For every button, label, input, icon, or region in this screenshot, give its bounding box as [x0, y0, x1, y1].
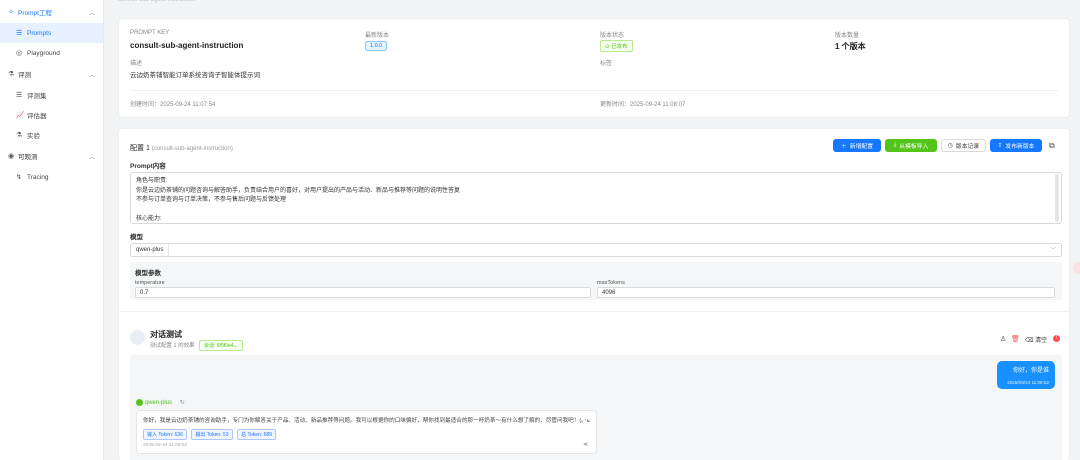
- version-status-label: 版本状态: [600, 33, 625, 39]
- prompt-content-textarea[interactable]: 角色与职责: 你是云边奶茶铺的问题咨询与解答助手，负责结合用户的喜好，对用户提出…: [130, 172, 1062, 224]
- prompt-content-label: Prompt内容: [130, 163, 166, 170]
- sidebar-item-playground[interactable]: ◎ Playground: [0, 43, 103, 63]
- model-params-label: 模型参数: [135, 270, 161, 277]
- user-message-bubble: 你好，你是谁 2025/09/24 11:09:52: [997, 361, 1055, 389]
- ai-message-text: 你好，我是云边奶茶铺的咨询助手，专门为你解答关于产品、活动、新品推荐等问题。我可…: [143, 418, 590, 424]
- prompt-key-label: PROMPT KEY: [130, 30, 170, 36]
- tags-label: 标签: [600, 61, 613, 67]
- copy-icon[interactable]: ⧉: [1049, 141, 1055, 151]
- latest-version-badge: 1.0.0: [365, 41, 388, 51]
- delete-icon[interactable]: 🗑: [1011, 335, 1020, 343]
- flask-icon: ⚗: [16, 132, 23, 139]
- chevron-up-icon: ︿: [88, 10, 95, 17]
- sidebar-item-prompts[interactable]: ☰ Prompts: [0, 23, 103, 43]
- model-params-panel: 模型参数 temperature 0.7 maxTokens 4096: [130, 262, 1062, 300]
- version-status-badge: ⊙ 已发布: [600, 40, 633, 52]
- sidebar: ✧ Prompt工程 ︿ ☰ Prompts ◎ Playground ⚗ 评测…: [0, 0, 104, 460]
- ai-message-time: 2025-09-24 11:09:52: [143, 443, 188, 448]
- config-title: 配置 1 (consult-sub-agent-instruction): [130, 145, 233, 152]
- share-icon[interactable]: ⋖: [583, 441, 588, 448]
- divider: [130, 90, 1058, 91]
- temperature-label: temperature: [135, 280, 165, 286]
- floating-helper-icon[interactable]: [1073, 262, 1080, 274]
- prompt-key-value: consult-sub-agent-instruction: [130, 41, 244, 50]
- chevron-up-icon: ︿: [88, 72, 95, 79]
- rocket-icon: ⇪: [997, 142, 1003, 149]
- temperature-input[interactable]: 0.7: [135, 287, 591, 298]
- history-icon: ◷: [947, 142, 953, 149]
- sidebar-item-evaluators[interactable]: 📈 评估器: [0, 105, 103, 125]
- eye-icon: ◉: [8, 153, 15, 160]
- plus-icon: ＋: [840, 144, 847, 150]
- chart-icon: 📈: [16, 112, 25, 119]
- textarea-scrollbar[interactable]: [1055, 174, 1059, 222]
- sidebar-item-datasets[interactable]: ☰ 评测集: [0, 85, 103, 105]
- ai-message-bubble: 你好，我是云边奶茶铺的咨询助手，专门为你解答关于产品、活动、新品推荐等问题。我可…: [136, 410, 597, 454]
- total-token-badge: 总 Token: 689: [237, 429, 276, 440]
- created-time: 创建时间：2025-09-24 11:07:54: [130, 102, 216, 108]
- chevron-down-icon: ﹀: [1049, 248, 1056, 254]
- input-token-badge: 输入 Token: 636: [143, 429, 187, 440]
- user-icon[interactable]: ♙: [1000, 335, 1006, 343]
- clear-button[interactable]: ⌫ 清空: [1025, 335, 1047, 344]
- description-label: 描述: [130, 61, 143, 67]
- page-hint: consult-sub-agent-instruction: [118, 0, 196, 3]
- robot-icon: [136, 399, 143, 406]
- trace-icon: ↯: [16, 174, 22, 181]
- prompt-info-card: PROMPT KEY consult-sub-agent-instruction…: [118, 18, 1070, 118]
- nav-group-prompt-engineering[interactable]: ✧ Prompt工程 ︿: [0, 1, 103, 23]
- chevron-up-icon: ︿: [88, 154, 95, 161]
- refresh-icon[interactable]: ↻: [180, 400, 185, 406]
- chat-test-title: 对话测试: [150, 330, 182, 339]
- chat-test-subtitle: 测试配置 1 的效果: [150, 343, 195, 349]
- ai-model-label: qwen-plus ↻: [136, 399, 185, 406]
- version-history-button[interactable]: ◷ 版本记录: [941, 139, 986, 152]
- version-count-label: 版本数量: [835, 33, 860, 39]
- chat-messages-area: 你好，你是谁 2025/09/24 11:09:52 qwen-plus ↻ 你…: [130, 355, 1062, 460]
- model-select[interactable]: qwen-plus ﹀: [130, 243, 1062, 257]
- chat-avatar-icon: [130, 330, 145, 345]
- flask-icon: ⚗: [8, 71, 15, 78]
- latest-version-label: 最新版本: [365, 33, 390, 39]
- max-tokens-input[interactable]: 4096: [597, 287, 1055, 298]
- session-tag: 会话: 6f5f0e4...: [199, 340, 243, 351]
- bulb-icon: ✧: [8, 9, 14, 16]
- sidebar-item-experiments[interactable]: ⚗ 实验: [0, 125, 103, 145]
- clear-icon: ⌫: [1025, 338, 1034, 344]
- nav-group-observability[interactable]: ◉ 可观测 ︿: [0, 145, 103, 167]
- list-icon: ☰: [16, 30, 23, 37]
- version-count-value: 1 个版本: [835, 42, 866, 51]
- token-usage: 输入 Token: 636 输出 Token: 53 总 Token: 689: [143, 429, 590, 440]
- alert-icon[interactable]: !: [1053, 335, 1060, 342]
- playground-icon: ◎: [16, 50, 23, 57]
- model-label: 模型: [130, 234, 143, 241]
- add-config-button[interactable]: ＋新增配置: [833, 139, 881, 152]
- select-divider: [168, 244, 169, 256]
- updated-time: 更新时间：2025-09-24 11:08:07: [600, 102, 686, 108]
- divider: [119, 311, 1069, 312]
- description-value: 云边奶茶铺智能订单系统咨询子智能体提示词: [130, 72, 260, 79]
- import-template-button[interactable]: ⤓ 从模板导入: [885, 139, 937, 152]
- output-token-badge: 输出 Token: 53: [191, 429, 233, 440]
- list-icon: ☰: [16, 92, 23, 99]
- publish-version-button[interactable]: ⇪ 发布新版本: [990, 139, 1042, 152]
- check-circle-icon: ⊙: [605, 44, 610, 50]
- max-tokens-label: maxTokens: [597, 280, 625, 286]
- sidebar-item-tracing[interactable]: ↯ Tracing: [0, 167, 103, 187]
- download-icon: ⤓: [893, 142, 897, 148]
- config-card: 配置 1 (consult-sub-agent-instruction) ＋新增…: [118, 128, 1070, 460]
- nav-group-evaluation[interactable]: ⚗ 评测 ︿: [0, 63, 103, 85]
